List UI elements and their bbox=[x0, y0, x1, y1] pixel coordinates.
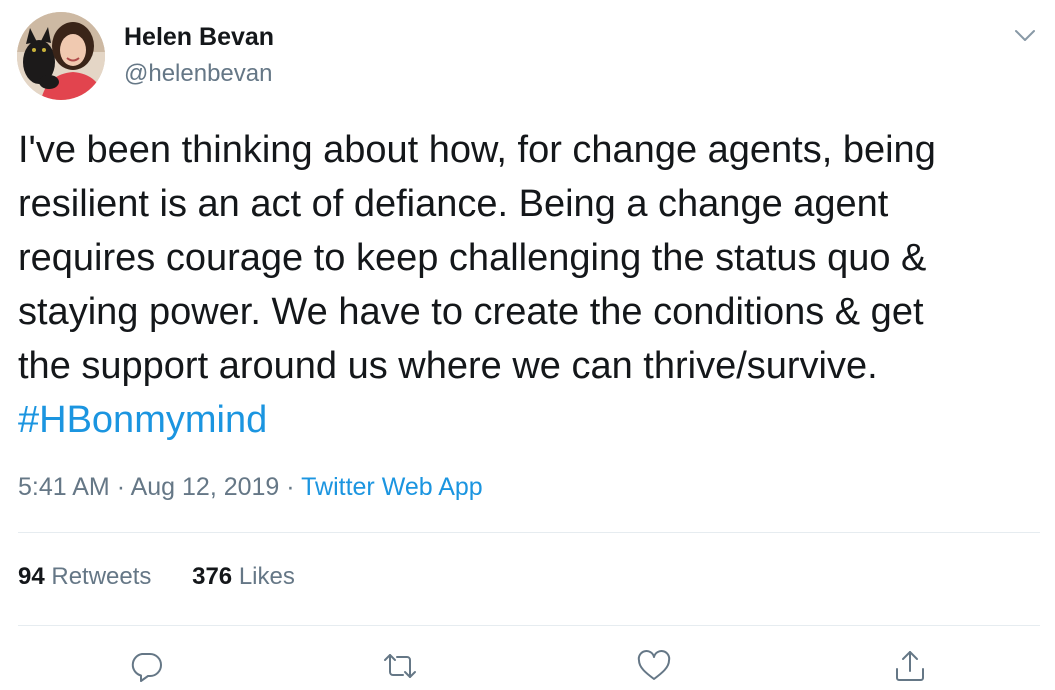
meta-separator: · bbox=[286, 473, 295, 501]
tweet-stats: 94 Retweets 376 Likes bbox=[18, 563, 329, 591]
tweet-text: I've been thinking about how, for change… bbox=[18, 123, 1043, 447]
reply-button[interactable] bbox=[128, 648, 168, 688]
tweet-time[interactable]: 5:41 AM bbox=[18, 473, 110, 501]
like-icon bbox=[637, 650, 671, 680]
tweet-text-line: I've been thinking about how, for change… bbox=[18, 129, 936, 171]
tweet-card: Helen Bevan @helenbevan I've been thinki… bbox=[0, 0, 1055, 690]
author-handle[interactable]: @helenbevan bbox=[124, 60, 272, 88]
tweet-text-line: staying power. We have to create the con… bbox=[18, 291, 924, 333]
meta-separator: · bbox=[116, 473, 126, 501]
share-button[interactable] bbox=[892, 648, 932, 688]
likes-stat[interactable]: 376 Likes bbox=[192, 563, 295, 591]
divider bbox=[18, 625, 1040, 626]
like-button[interactable] bbox=[636, 648, 676, 688]
share-icon bbox=[896, 651, 924, 681]
hashtag-link[interactable]: #HBonmymind bbox=[18, 399, 267, 441]
tweet-meta: 5:41 AM · Aug 12, 2019 · Twitter Web App bbox=[18, 473, 483, 502]
tweet-hashtag-line: #HBonmymind bbox=[18, 393, 1043, 447]
chevron-down-icon[interactable] bbox=[1012, 22, 1038, 48]
likes-count: 376 bbox=[192, 563, 233, 590]
retweets-count: 94 bbox=[18, 563, 45, 590]
divider bbox=[18, 532, 1040, 533]
retweets-label: Retweets bbox=[51, 563, 152, 590]
tweet-source-link[interactable]: Twitter Web App bbox=[301, 473, 483, 501]
author-name[interactable]: Helen Bevan bbox=[124, 23, 274, 52]
tweet-text-line: the support around us where we can thriv… bbox=[18, 345, 878, 387]
retweet-icon bbox=[384, 654, 416, 678]
likes-label: Likes bbox=[238, 563, 295, 590]
tweet-text-line: requires courage to keep challenging the… bbox=[18, 237, 927, 279]
tweet-text-line: resilient is an act of defiance. Being a… bbox=[18, 183, 889, 225]
avatar[interactable] bbox=[17, 12, 105, 100]
reply-icon bbox=[131, 653, 162, 682]
retweet-button[interactable] bbox=[382, 648, 422, 688]
retweets-stat[interactable]: 94 Retweets bbox=[18, 563, 151, 591]
tweet-date[interactable]: Aug 12, 2019 bbox=[131, 473, 280, 501]
avatar-image bbox=[17, 12, 105, 100]
